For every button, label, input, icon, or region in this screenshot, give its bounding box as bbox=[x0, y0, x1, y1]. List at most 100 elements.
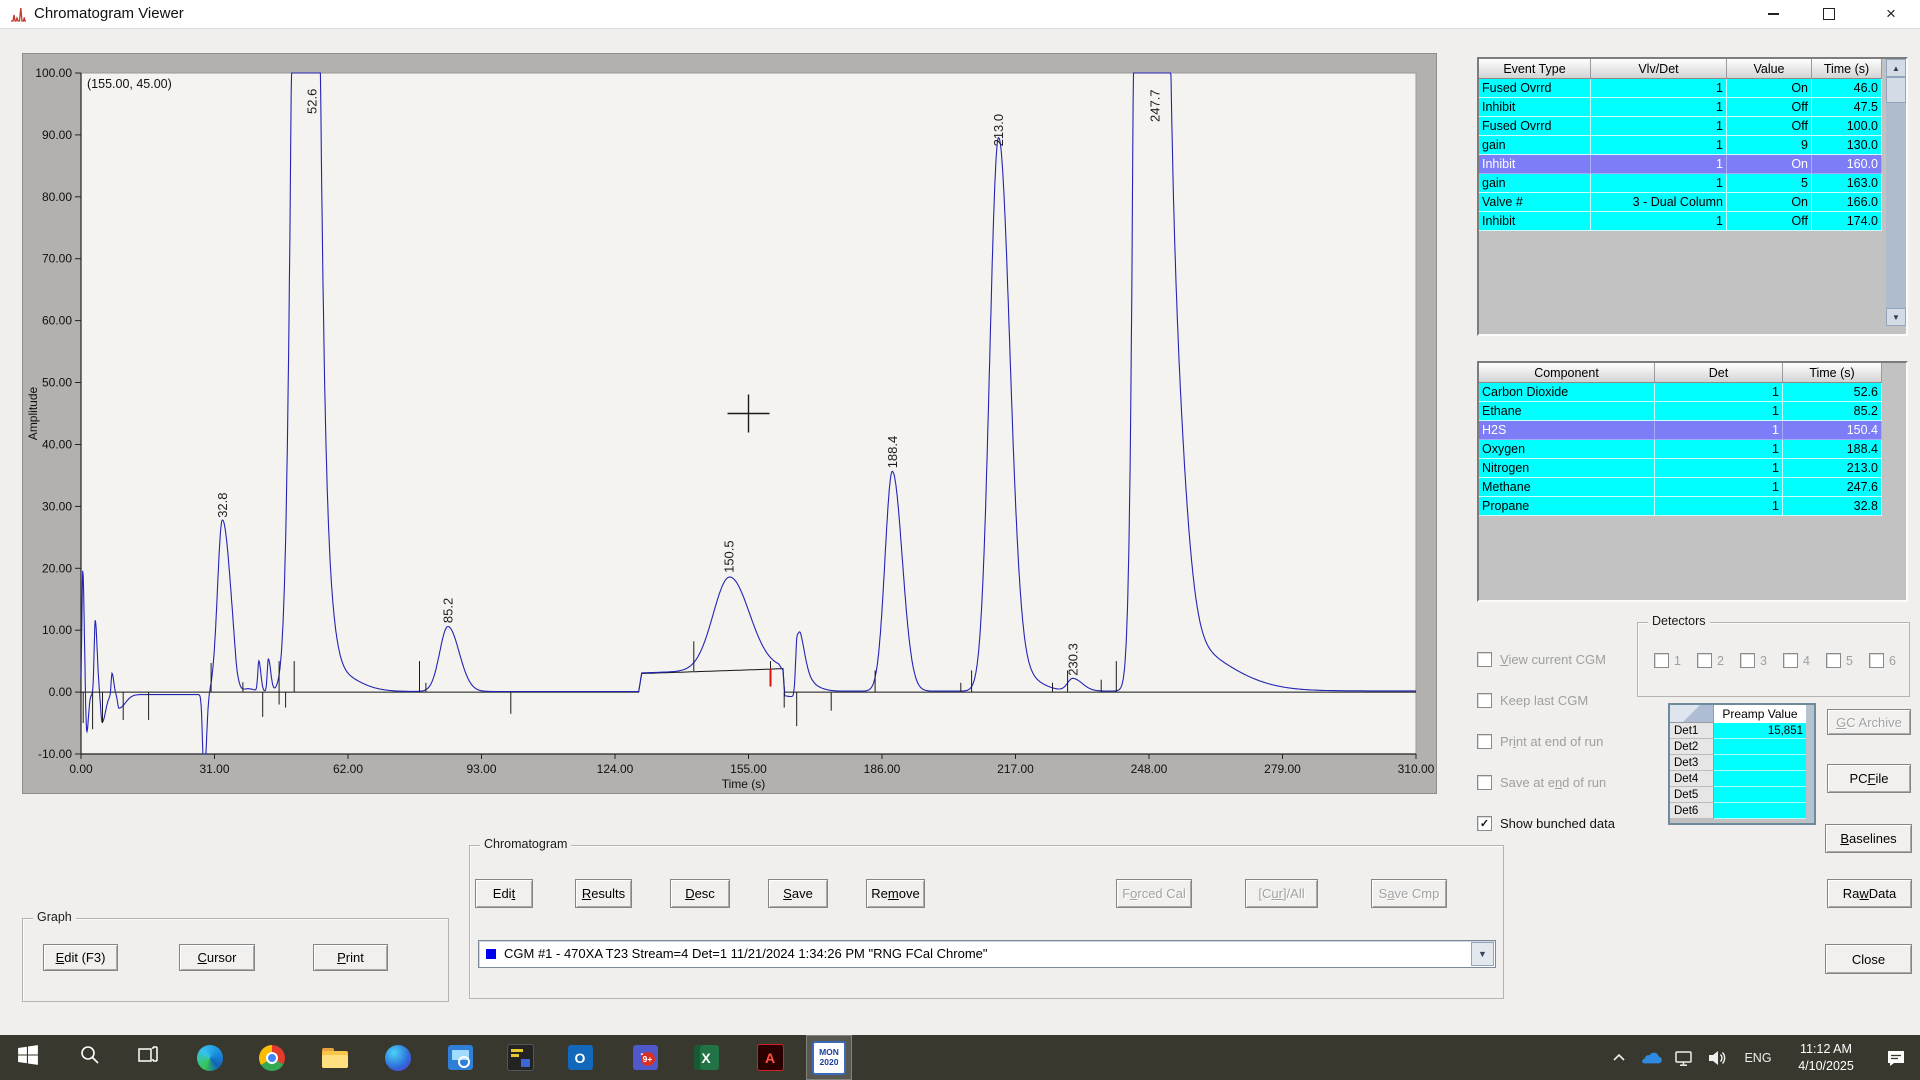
taskbar-webex-icon[interactable] bbox=[375, 1035, 421, 1080]
event-cell[interactable]: 160.0 bbox=[1812, 155, 1882, 174]
detector-checkbox-3[interactable]: 3 bbox=[1740, 653, 1767, 668]
baselines-button[interactable]: Baselines bbox=[1825, 824, 1912, 853]
detector-checkbox-4[interactable]: 4 bbox=[1783, 653, 1810, 668]
detector-checkbox-6[interactable]: 6 bbox=[1869, 653, 1896, 668]
event-column-header[interactable]: Time (s) bbox=[1812, 59, 1882, 79]
event-cell[interactable]: 163.0 bbox=[1812, 174, 1882, 193]
event-row[interactable]: Valve #3 - Dual Column On 166.0 bbox=[1479, 193, 1906, 212]
preamp-table[interactable]: Preamp Value Det1 15,851 Det2 Det3 Det4 D… bbox=[1668, 703, 1816, 825]
print-button[interactable]: Print bbox=[313, 944, 388, 971]
taskbar-clock[interactable]: 11:12 AM 4/10/2025 bbox=[1782, 1035, 1870, 1080]
detector-checkbox-5[interactable]: 5 bbox=[1826, 653, 1853, 668]
event-cell[interactable]: 3 - Dual Column bbox=[1591, 193, 1727, 212]
checkbox-print-at-end-of-run[interactable]: Print at end of run bbox=[1477, 734, 1603, 749]
event-cell[interactable]: On bbox=[1727, 155, 1812, 174]
event-row[interactable]: Inhibit 1 On 160.0 bbox=[1479, 155, 1906, 174]
component-row[interactable]: Propane 1 32.8 bbox=[1479, 497, 1906, 516]
save-button[interactable]: Save bbox=[768, 879, 828, 908]
component-cell[interactable]: Methane bbox=[1479, 478, 1655, 497]
taskbar-terminal-icon[interactable] bbox=[497, 1035, 543, 1080]
checkbox-view-current-cgm[interactable]: View current CGM bbox=[1477, 652, 1606, 667]
event-row[interactable]: gain 1 9 130.0 bbox=[1479, 136, 1906, 155]
taskbar-excel-icon[interactable]: X bbox=[683, 1035, 729, 1080]
taskbar-start-icon[interactable] bbox=[5, 1035, 51, 1080]
component-cell[interactable]: 1 bbox=[1655, 478, 1783, 497]
event-row[interactable]: Fused Ovrrd 1 Off 100.0 bbox=[1479, 117, 1906, 136]
taskbar-chrome-icon[interactable] bbox=[249, 1035, 295, 1080]
taskbar-task-view-icon[interactable] bbox=[125, 1035, 171, 1080]
checkbox-box[interactable] bbox=[1697, 653, 1712, 668]
event-cell[interactable]: On bbox=[1727, 193, 1812, 212]
component-row[interactable]: H2S 1 150.4 bbox=[1479, 421, 1906, 440]
component-column-header[interactable]: Det bbox=[1655, 363, 1783, 383]
checkbox-box[interactable] bbox=[1826, 653, 1841, 668]
edit-f3--button[interactable]: Edit (F3) bbox=[43, 944, 118, 971]
component-cell[interactable]: Carbon Dioxide bbox=[1479, 383, 1655, 402]
component-row[interactable]: Nitrogen 1 213.0 bbox=[1479, 459, 1906, 478]
language-indicator[interactable]: ENG bbox=[1736, 1035, 1780, 1080]
event-cell[interactable]: 1 bbox=[1591, 79, 1727, 98]
event-cell[interactable]: 130.0 bbox=[1812, 136, 1882, 155]
event-cell[interactable]: On bbox=[1727, 79, 1812, 98]
minimize-button[interactable] bbox=[1750, 0, 1796, 28]
event-cell[interactable]: 174.0 bbox=[1812, 212, 1882, 231]
event-cell[interactable]: 9 bbox=[1727, 136, 1812, 155]
volume-icon[interactable] bbox=[1700, 1035, 1732, 1080]
event-cell[interactable]: Off bbox=[1727, 212, 1812, 231]
checkbox-box[interactable] bbox=[1654, 653, 1669, 668]
event-row[interactable]: Fused Ovrrd 1 On 46.0 bbox=[1479, 79, 1906, 98]
component-cell[interactable]: Propane bbox=[1479, 497, 1655, 516]
event-row[interactable]: Inhibit 1 Off 47.5 bbox=[1479, 98, 1906, 117]
close-window-button[interactable]: × bbox=[1864, 0, 1918, 28]
checkbox-save-at-end-of-run[interactable]: Save at end of run bbox=[1477, 775, 1606, 790]
remove-button[interactable]: Re m ove bbox=[866, 879, 925, 908]
component-cell[interactable]: 1 bbox=[1655, 421, 1783, 440]
event-cell[interactable]: 100.0 bbox=[1812, 117, 1882, 136]
event-cell[interactable]: Inhibit bbox=[1479, 155, 1591, 174]
checkbox-keep-last-cgm[interactable]: Keep last CGM bbox=[1477, 693, 1588, 708]
-cur-all-button[interactable]: [C ur]/All bbox=[1245, 879, 1318, 908]
gc-archive-button[interactable]: GC Archive bbox=[1827, 709, 1911, 735]
component-cell[interactable]: Nitrogen bbox=[1479, 459, 1655, 478]
event-cell[interactable]: Fused Ovrrd bbox=[1479, 117, 1591, 136]
component-row[interactable]: Carbon Dioxide 1 52.6 bbox=[1479, 383, 1906, 402]
checkbox-box[interactable] bbox=[1477, 775, 1492, 790]
event-cell[interactable]: Inhibit bbox=[1479, 212, 1591, 231]
event-column-header[interactable]: Vlv/Det bbox=[1591, 59, 1727, 79]
pc-file-button[interactable]: PC File bbox=[1827, 764, 1911, 793]
taskbar-edge-icon[interactable] bbox=[187, 1035, 233, 1080]
component-cell[interactable]: 1 bbox=[1655, 402, 1783, 421]
checkbox-box[interactable] bbox=[1783, 653, 1798, 668]
close-button[interactable]: Close bbox=[1825, 944, 1912, 974]
save-cmp-button[interactable]: Sa ve Cmp bbox=[1371, 879, 1447, 908]
event-cell[interactable]: 1 bbox=[1591, 117, 1727, 136]
event-cell[interactable]: 166.0 bbox=[1812, 193, 1882, 212]
notification-center-button[interactable] bbox=[1876, 1035, 1916, 1080]
component-cell[interactable]: 32.8 bbox=[1783, 497, 1882, 516]
taskbar-remote-desktop-icon[interactable] bbox=[437, 1035, 483, 1080]
component-cell[interactable]: 85.2 bbox=[1783, 402, 1882, 421]
checkbox-show-bunched-data[interactable]: ✓ Show bunched data bbox=[1477, 816, 1615, 831]
checkbox-box[interactable] bbox=[1740, 653, 1755, 668]
detector-checkbox-1[interactable]: 1 bbox=[1654, 653, 1681, 668]
edit-button[interactable]: Edi t bbox=[475, 879, 533, 908]
taskbar-acrobat-icon[interactable]: A bbox=[747, 1035, 793, 1080]
event-cell[interactable]: 1 bbox=[1591, 174, 1727, 193]
component-cell[interactable]: 1 bbox=[1655, 459, 1783, 478]
taskbar-teams-icon[interactable]: T9+ bbox=[622, 1035, 668, 1080]
cursor-button[interactable]: Cursor bbox=[179, 944, 255, 971]
component-cell[interactable]: 188.4 bbox=[1783, 440, 1882, 459]
component-column-header[interactable]: Time (s) bbox=[1783, 363, 1882, 383]
taskbar-outlook-icon[interactable]: O bbox=[557, 1035, 603, 1080]
maximize-button[interactable] bbox=[1806, 0, 1852, 28]
event-cell[interactable]: gain bbox=[1479, 136, 1591, 155]
event-cell[interactable]: 1 bbox=[1591, 155, 1727, 174]
chromatogram-chart[interactable]: 100.00 90.00 80.00 70.00 60.00 50.00 40.00 30.0… bbox=[22, 53, 1437, 794]
taskbar-search-icon[interactable] bbox=[67, 1035, 113, 1080]
checkbox-box[interactable] bbox=[1477, 693, 1492, 708]
raw-data-button[interactable]: Ra w Data bbox=[1827, 879, 1912, 908]
component-cell[interactable]: 213.0 bbox=[1783, 459, 1882, 478]
event-cell[interactable]: 1 bbox=[1591, 98, 1727, 117]
event-cell[interactable]: gain bbox=[1479, 174, 1591, 193]
event-cell[interactable]: Off bbox=[1727, 98, 1812, 117]
